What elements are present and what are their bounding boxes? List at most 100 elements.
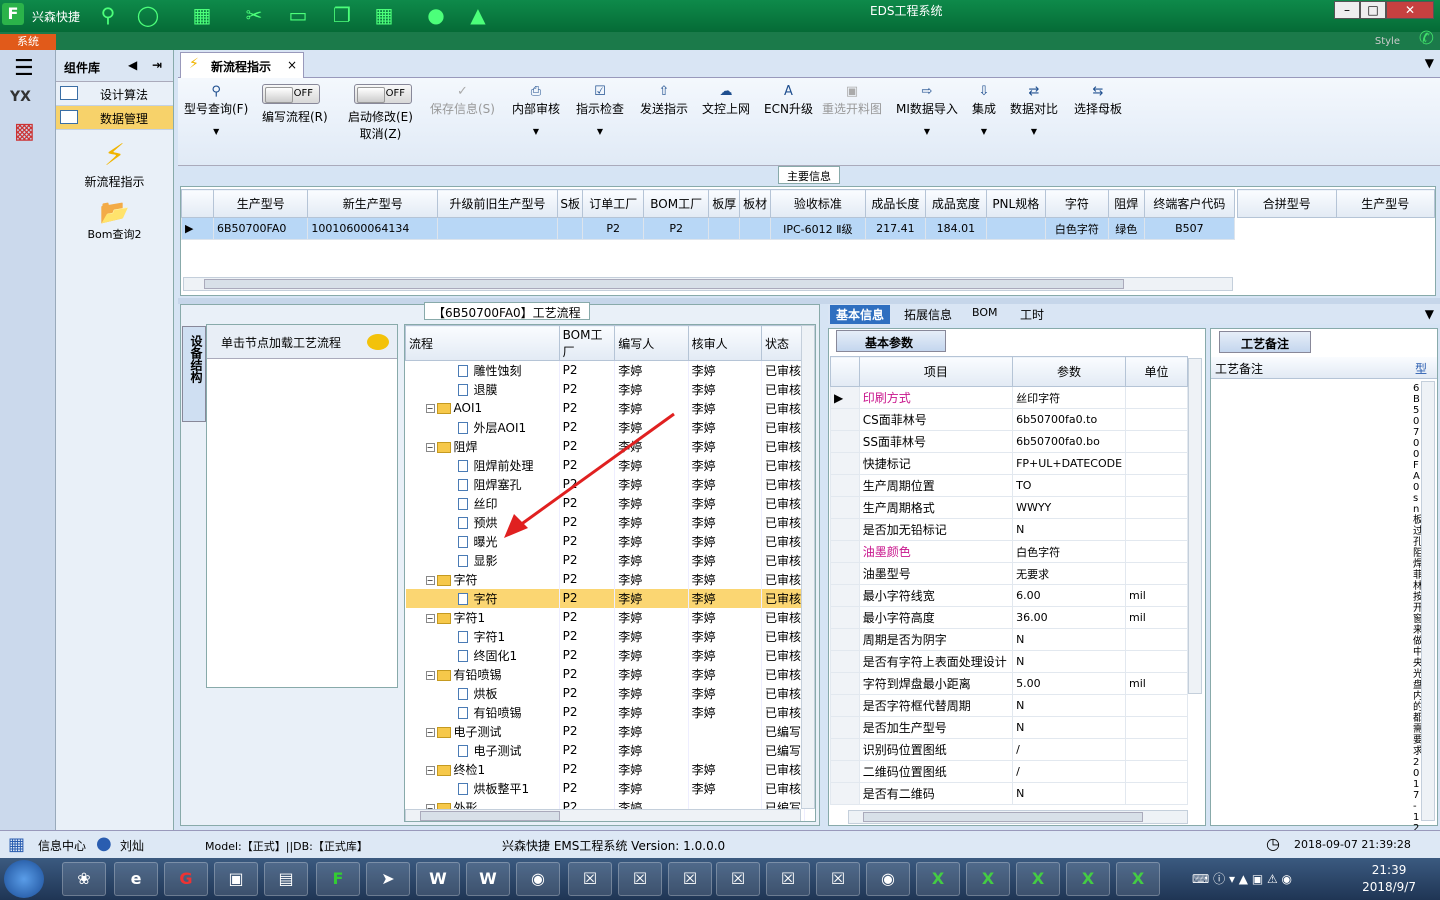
copy-icon[interactable]: ❐	[330, 3, 354, 27]
scissors-icon[interactable]: ✂	[242, 3, 266, 27]
tree-node[interactable]: − 字符1	[405, 607, 560, 627]
taskbar-excel-icon[interactable]: X	[1066, 862, 1110, 896]
param-value[interactable]: 36.00	[1012, 606, 1127, 629]
tree-row[interactable]: 烘板整平1 P2 李婷 李婷 已审核	[405, 778, 806, 798]
tab-bom[interactable]: BOM	[966, 305, 1004, 324]
table-cell[interactable]	[556, 217, 584, 240]
table-cell[interactable]: P2	[582, 217, 645, 240]
collapse-icon[interactable]: −	[425, 575, 435, 585]
taskbar-word-icon[interactable]: W	[466, 862, 510, 896]
maximize-button[interactable]: □	[1360, 1, 1386, 19]
minimize-button[interactable]: –	[1334, 1, 1360, 19]
column-header[interactable]: 型	[1415, 360, 1427, 377]
tree-node[interactable]: 烘板	[405, 683, 560, 703]
table-cell[interactable]	[985, 217, 1046, 240]
vertical-scrollbar[interactable]	[801, 325, 815, 809]
table-cell[interactable]: 绿色	[1107, 217, 1145, 240]
table-cell[interactable]: 白色字符	[1044, 217, 1109, 240]
param-row[interactable]: 是否字符框代替周期 N	[830, 694, 1188, 717]
tree-node[interactable]: 显影	[405, 550, 560, 570]
param-value[interactable]: 6b50700fa0.to	[1012, 408, 1127, 431]
close-button[interactable]: ✕	[1386, 1, 1434, 19]
column-header[interactable]: 终端客户代码	[1143, 189, 1236, 218]
param-row[interactable]: 字符到焊盘最小距离 5.00 mil	[830, 672, 1188, 695]
taskbar-feiq-icon[interactable]: ➤	[366, 862, 410, 896]
tab-process-remark[interactable]: 工艺备注	[1219, 331, 1311, 353]
column-header[interactable]: 状态	[760, 325, 806, 361]
search-icon[interactable]: ⚲	[96, 3, 120, 27]
off-switch[interactable]: OFF	[354, 84, 412, 104]
user-icon[interactable]: ●	[424, 3, 448, 27]
vertical-scrollbar[interactable]	[1421, 381, 1435, 821]
instruction-check-button[interactable]: ☑ 指示检查 ▼	[576, 84, 624, 136]
tree-node[interactable]: 电子测试	[405, 740, 560, 760]
column-header[interactable]: 成品长度	[864, 189, 927, 218]
param-value[interactable]: /	[1012, 760, 1127, 783]
integrate-button[interactable]: ⇩ 集成 ▼	[972, 84, 996, 136]
reselect-drawing-button[interactable]: ▣ 重选开料图	[822, 84, 882, 117]
table-cell[interactable]: 184.01	[925, 217, 987, 240]
param-row[interactable]: SS面菲林号 6b50700fa0.bo	[830, 430, 1188, 453]
table-icon[interactable]: ▦	[190, 3, 214, 27]
bom-query-button[interactable]: 📂 Bom查询2	[56, 198, 173, 242]
tree-row[interactable]: 烘板 P2 李婷 李婷 已审核	[405, 683, 806, 703]
save-info-button[interactable]: ✓ 保存信息(S)	[430, 84, 495, 117]
param-row[interactable]: 是否加无铅标记 N	[830, 518, 1188, 541]
film-icon[interactable]: ▭	[286, 3, 310, 27]
tree-row[interactable]: 电子测试 P2 李婷 已编写	[405, 740, 806, 760]
param-row[interactable]: 生产周期位置 TO	[830, 474, 1188, 497]
horizontal-scrollbar[interactable]	[848, 810, 1188, 824]
internal-audit-button[interactable]: ⎙ 内部审核 ▼	[512, 84, 560, 136]
param-row[interactable]: 识别码位置图纸 /	[830, 738, 1188, 761]
param-value[interactable]: N	[1012, 628, 1127, 651]
param-row[interactable]: 最小字符高度 36.00 mil	[830, 606, 1188, 629]
taskbar-x-icon[interactable]: ☒	[618, 862, 662, 896]
tree-row[interactable]: 退膜 P2 李婷 李婷 已审核	[405, 379, 806, 399]
phone-icon[interactable]: ✆	[1419, 28, 1434, 49]
tree-node[interactable]: 退膜	[405, 379, 560, 399]
tab-basic-params[interactable]: 基本参数	[836, 330, 946, 352]
taskbar-excel-icon[interactable]: X	[1116, 862, 1160, 896]
sidebar-item-data-management[interactable]: 数据管理	[56, 106, 173, 130]
taskbar-clock[interactable]: 21:39 2018/9/7	[1362, 862, 1416, 896]
collapse-icon[interactable]: −	[425, 404, 435, 413]
tree-node[interactable]: 字符1	[405, 626, 560, 646]
taskbar-scanner-icon[interactable]: ▤	[264, 862, 308, 896]
column-header[interactable]: 编写人	[614, 325, 689, 361]
param-value[interactable]: 5.00	[1012, 672, 1127, 695]
tab-equipment-structure[interactable]: 设备结构	[182, 326, 206, 422]
close-icon[interactable]: ×	[287, 58, 297, 72]
param-value[interactable]: N	[1012, 782, 1127, 805]
table-cell[interactable]: P2	[643, 217, 710, 240]
chevron-down-icon[interactable]: ▼	[1425, 307, 1434, 321]
param-row[interactable]: 油墨颜色 白色字符	[830, 540, 1188, 563]
model-query-button[interactable]: ⚲ 型号查询(F) ▼	[184, 84, 248, 136]
column-header[interactable]: 板材	[739, 189, 772, 218]
tree-node[interactable]: − 有铅喷锡	[405, 664, 560, 684]
param-value[interactable]: N	[1012, 518, 1127, 541]
tab-extended-info[interactable]: 拓展信息	[898, 305, 958, 324]
cancel-label[interactable]: 取消(Z)	[348, 125, 413, 142]
tab-hours[interactable]: 工时	[1014, 305, 1050, 324]
tree-row[interactable]: − 字符 P2 李婷 李婷 已审核	[405, 569, 806, 589]
param-row[interactable]: 是否有字符上表面处理设计 N	[830, 650, 1188, 673]
ecn-upgrade-button[interactable]: A ECN升级	[764, 84, 813, 117]
column-header[interactable]: 核审人	[687, 325, 762, 361]
taskbar-app-shell-icon[interactable]: ❀	[62, 862, 106, 896]
column-header[interactable]: PNL规格	[985, 189, 1046, 218]
tree-node[interactable]: 字符	[405, 588, 560, 608]
taskbar-excel-icon[interactable]: X	[916, 862, 960, 896]
style-label[interactable]: Style	[1375, 36, 1400, 47]
param-row[interactable]: 生产周期格式 WWYY	[830, 496, 1188, 519]
tree-row[interactable]: 雕性蚀刻 P2 李婷 李婷 已审核	[405, 360, 806, 380]
tab-basic-info[interactable]: 基本信息	[830, 305, 891, 324]
column-header[interactable]: 阻焊	[1107, 189, 1145, 218]
param-row[interactable]: 是否加生产型号 N	[830, 716, 1188, 739]
doc-control-button[interactable]: ☁ 文控上网	[702, 84, 750, 117]
start-button[interactable]	[4, 860, 44, 898]
tree-row[interactable]: − 字符1 P2 李婷 李婷 已审核	[405, 607, 806, 627]
tree-node[interactable]: 烘板整平1	[405, 778, 560, 798]
taskbar-x-icon[interactable]: ☒	[816, 862, 860, 896]
param-value[interactable]: /	[1012, 738, 1127, 761]
param-value[interactable]: 6b50700fa0.bo	[1012, 430, 1127, 453]
